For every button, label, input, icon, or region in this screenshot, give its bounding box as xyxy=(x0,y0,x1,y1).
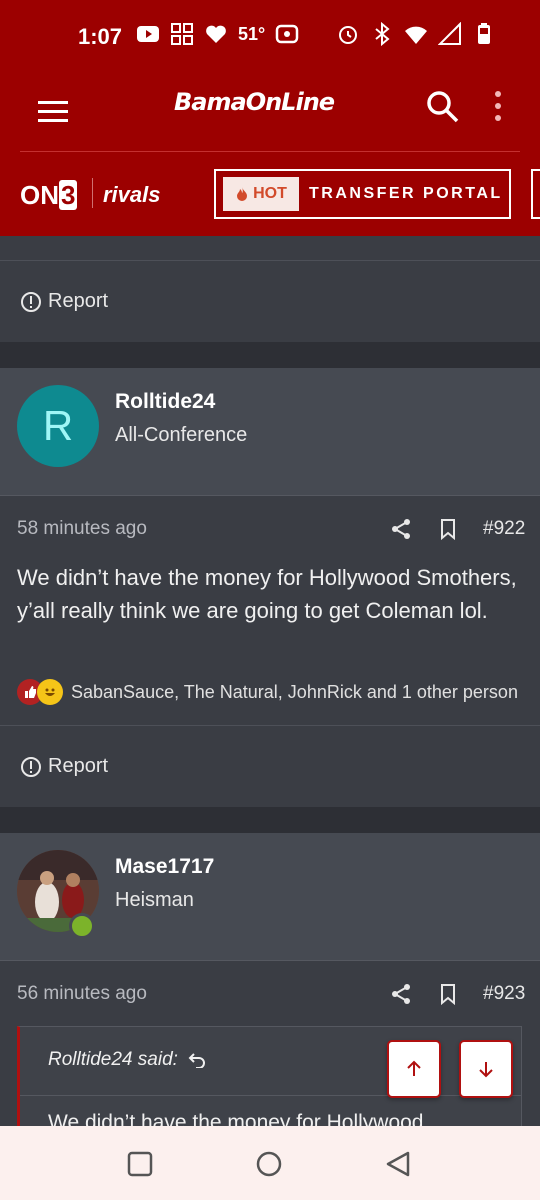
back-triangle-icon[interactable] xyxy=(384,1150,412,1178)
cast-icon xyxy=(275,24,299,44)
transfer-portal-label: TRANSFER PORTAL xyxy=(309,185,503,202)
hamburger-menu-icon[interactable] xyxy=(36,94,70,128)
battery-icon xyxy=(478,23,490,44)
arrow-down-icon xyxy=(479,1062,493,1078)
on3-text: ON xyxy=(20,180,59,210)
recents-square-icon[interactable] xyxy=(126,1150,154,1178)
post-number[interactable]: #922 xyxy=(483,518,525,540)
hot-label: HOT xyxy=(253,185,287,202)
status-temperature: 51° xyxy=(238,23,266,44)
post-number[interactable]: #923 xyxy=(483,983,525,1005)
signal-icon xyxy=(438,22,461,45)
quote-text: We didn’t have the money for Hollywood xyxy=(48,1111,424,1126)
post-separator xyxy=(0,342,540,368)
status-time: 1:07 xyxy=(78,24,123,49)
user-title: Heisman xyxy=(115,889,194,911)
bookmark-icon[interactable] xyxy=(437,983,459,1005)
rivals-logo[interactable]: rivals xyxy=(103,182,161,208)
quote-divider xyxy=(20,1095,521,1096)
brand-bar: ON3 rivals HOT TRANSFER PORTAL xyxy=(0,152,540,236)
alert-circle-icon xyxy=(21,756,41,777)
wifi-icon xyxy=(405,26,427,44)
reply-arrow-icon xyxy=(188,1053,205,1068)
username[interactable]: Rolltide24 xyxy=(115,390,215,414)
next-chip[interactable] xyxy=(531,169,540,219)
scroll-down-button[interactable] xyxy=(459,1040,513,1098)
bookmark-icon[interactable] xyxy=(437,518,459,540)
status-right-icons xyxy=(336,22,496,46)
heart-icon xyxy=(206,25,226,43)
quote-block: Rolltide24 said: We didn’t have the mone… xyxy=(17,1026,522,1126)
report-label: Report xyxy=(48,755,109,777)
report-link[interactable]: Report xyxy=(0,260,540,342)
post-meta: 58 minutes ago #922 xyxy=(0,495,540,557)
online-status-icon xyxy=(69,913,95,939)
username[interactable]: Mase1717 xyxy=(115,855,214,879)
status-left-icons: 51° xyxy=(136,22,299,46)
share-icon[interactable] xyxy=(390,983,412,1005)
brand-separator xyxy=(92,178,93,208)
flame-icon xyxy=(237,187,248,201)
report-label: Report xyxy=(48,290,109,312)
report-link[interactable]: Report xyxy=(0,725,540,807)
system-nav-bar xyxy=(0,1126,540,1200)
laugh-reaction-icon xyxy=(37,679,63,705)
post-body: We didn’t have the money for Hollywood S… xyxy=(17,565,517,623)
search-icon[interactable] xyxy=(424,88,460,124)
alert-circle-icon xyxy=(21,291,41,312)
app-header: BamaOnLine xyxy=(0,72,540,152)
post-separator xyxy=(0,807,540,833)
avatar[interactable]: R xyxy=(17,385,99,467)
quote-author: Rolltide24 said: xyxy=(48,1049,178,1070)
post-meta: 56 minutes ago #923 xyxy=(0,960,540,1022)
on3-number: 3 xyxy=(59,180,78,210)
youtube-icon xyxy=(137,26,159,42)
post-author-block: R Rolltide24 All-Conference xyxy=(0,368,540,495)
share-icon[interactable] xyxy=(390,518,412,540)
status-bar: 1:07 51° xyxy=(0,0,540,72)
bluetooth-icon xyxy=(375,22,390,46)
more-vertical-icon[interactable] xyxy=(488,88,508,124)
arrow-up-icon xyxy=(407,1060,421,1076)
grid-app-icon xyxy=(171,23,193,45)
site-logo[interactable]: BamaOnLine xyxy=(174,88,335,116)
hot-badge: HOT xyxy=(223,177,299,211)
reaction-names: SabanSauce, The Natural, JohnRick and 1 … xyxy=(71,681,518,702)
thread-content: Report R Rolltide24 All-Conference 58 mi… xyxy=(0,236,540,1126)
user-title: All-Conference xyxy=(115,424,248,446)
post-author-block: Mase1717 Heisman xyxy=(0,833,540,960)
scroll-up-button[interactable] xyxy=(387,1040,441,1098)
transfer-portal-button[interactable]: HOT TRANSFER PORTAL xyxy=(214,169,511,219)
alarm-icon xyxy=(339,26,357,44)
home-circle-icon[interactable] xyxy=(255,1150,283,1178)
reactions-summary[interactable]: SabanSauce, The Natural, JohnRick and 1 … xyxy=(17,677,518,707)
post-time[interactable]: 56 minutes ago xyxy=(17,983,147,1005)
post-time[interactable]: 58 minutes ago xyxy=(17,518,147,540)
quote-author-link[interactable]: Rolltide24 said: xyxy=(48,1049,206,1071)
on3-logo[interactable]: ON3 xyxy=(20,180,78,211)
